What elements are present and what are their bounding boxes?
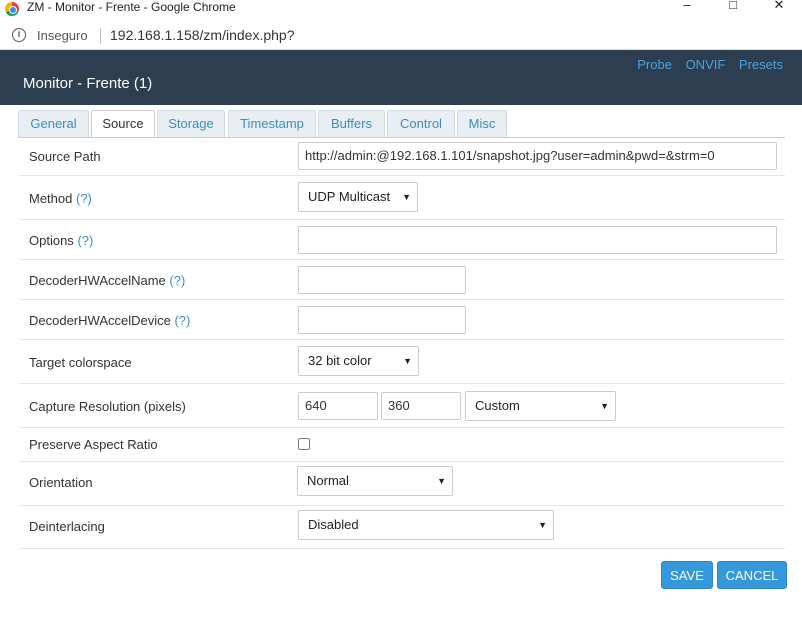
options-label: Options (?): [29, 233, 93, 248]
info-icon[interactable]: i: [12, 28, 26, 42]
decoder-hw-accel-name-label: DecoderHWAccelName (?): [29, 273, 185, 288]
row-deinterlacing: Deinterlacing Disabled ▼: [19, 506, 785, 549]
decoder-hw-accel-name-label-text: DecoderHWAccelName: [29, 273, 166, 288]
row-decoder-hw-accel-device: DecoderHWAccelDevice (?): [19, 300, 785, 340]
row-source-path: Source Path http://admin:@192.168.1.101/…: [19, 138, 785, 176]
maximize-button[interactable]: □: [710, 0, 756, 14]
method-help-link[interactable]: (?): [76, 191, 92, 206]
decoder-hw-accel-device-label-text: DecoderHWAccelDevice: [29, 313, 171, 328]
chevron-down-icon: ▼: [403, 356, 412, 366]
row-method: Method (?) UDP Multicast ▼: [19, 176, 785, 220]
source-path-label: Source Path: [29, 149, 101, 164]
decoder-hw-accel-name-help-link[interactable]: (?): [169, 273, 185, 288]
save-button[interactable]: SAVE: [661, 561, 713, 589]
modal-title: Monitor - Frente (1): [23, 75, 153, 92]
target-colorspace-label: Target colorspace: [29, 355, 132, 370]
capture-width-input[interactable]: 640: [298, 392, 378, 420]
capture-resolution-value: Custom: [475, 398, 520, 413]
target-colorspace-select[interactable]: 32 bit color ▼: [298, 346, 419, 376]
minimize-button[interactable]: –: [664, 0, 710, 14]
chevron-down-icon: ▼: [600, 401, 609, 411]
tab-general[interactable]: General: [18, 110, 89, 137]
options-label-text: Options: [29, 233, 74, 248]
row-capture-resolution: Capture Resolution (pixels) 640 360 Cust…: [19, 384, 785, 428]
method-label: Method (?): [29, 191, 92, 206]
chevron-down-icon: ▼: [402, 192, 411, 202]
target-colorspace-value: 32 bit color: [308, 353, 372, 368]
method-value: UDP Multicast: [308, 189, 391, 204]
orientation-select[interactable]: Normal ▼: [297, 466, 453, 496]
cancel-button[interactable]: CANCEL: [717, 561, 787, 589]
preserve-aspect-ratio-checkbox[interactable]: [298, 438, 310, 450]
address-bar[interactable]: i Inseguro 192.168.1.158/zm/index.php?: [0, 22, 802, 50]
probe-link[interactable]: Probe: [637, 57, 672, 72]
window-title: ZM - Monitor - Frente - Google Chrome: [27, 0, 236, 14]
address-divider: [100, 28, 101, 44]
close-window-button[interactable]: ✕: [756, 0, 802, 14]
header-links: Probe ONVIF Presets: [627, 57, 783, 72]
chevron-down-icon: ▼: [538, 520, 547, 530]
tab-timestamp[interactable]: Timestamp: [228, 110, 316, 137]
source-path-input[interactable]: http://admin:@192.168.1.101/snapshot.jpg…: [298, 142, 777, 170]
window-title-bar: ZM - Monitor - Frente - Google Chrome – …: [0, 0, 802, 22]
orientation-label: Orientation: [29, 475, 93, 490]
deinterlacing-value: Disabled: [308, 517, 359, 532]
preserve-aspect-ratio-label: Preserve Aspect Ratio: [29, 437, 158, 452]
decoder-hw-accel-name-input[interactable]: [298, 266, 466, 294]
modal-header: Monitor - Frente (1) Probe ONVIF Presets: [0, 50, 802, 105]
tab-storage[interactable]: Storage: [157, 110, 225, 137]
decoder-hw-accel-device-label: DecoderHWAccelDevice (?): [29, 313, 190, 328]
capture-resolution-select[interactable]: Custom ▼: [465, 391, 616, 421]
row-target-colorspace: Target colorspace 32 bit color ▼: [19, 340, 785, 384]
row-preserve-aspect-ratio: Preserve Aspect Ratio: [19, 428, 785, 462]
tab-source[interactable]: Source: [91, 110, 155, 138]
capture-height-input[interactable]: 360: [381, 392, 461, 420]
decoder-hw-accel-device-help-link[interactable]: (?): [174, 313, 190, 328]
tab-control[interactable]: Control: [387, 110, 455, 137]
options-input[interactable]: [298, 226, 777, 254]
method-label-text: Method: [29, 191, 73, 206]
onvif-link[interactable]: ONVIF: [686, 57, 726, 72]
row-options: Options (?): [19, 220, 785, 260]
capture-resolution-label: Capture Resolution (pixels): [29, 399, 186, 414]
tab-buffers[interactable]: Buffers: [318, 110, 385, 137]
tab-misc[interactable]: Misc: [457, 110, 507, 137]
deinterlacing-select[interactable]: Disabled ▼: [298, 510, 554, 540]
options-help-link[interactable]: (?): [77, 233, 93, 248]
security-status[interactable]: Inseguro: [37, 28, 88, 43]
orientation-value: Normal: [307, 473, 349, 488]
row-orientation: Orientation Normal ▼: [19, 462, 785, 506]
row-decoder-hw-accel-name: DecoderHWAccelName (?): [19, 260, 785, 300]
url-text[interactable]: 192.168.1.158/zm/index.php?: [110, 27, 294, 43]
decoder-hw-accel-device-input[interactable]: [298, 306, 466, 334]
deinterlacing-label: Deinterlacing: [29, 519, 105, 534]
method-select[interactable]: UDP Multicast ▼: [298, 182, 418, 212]
chevron-down-icon: ▼: [437, 476, 446, 486]
presets-link[interactable]: Presets: [739, 57, 783, 72]
chrome-logo-icon: [5, 2, 19, 16]
